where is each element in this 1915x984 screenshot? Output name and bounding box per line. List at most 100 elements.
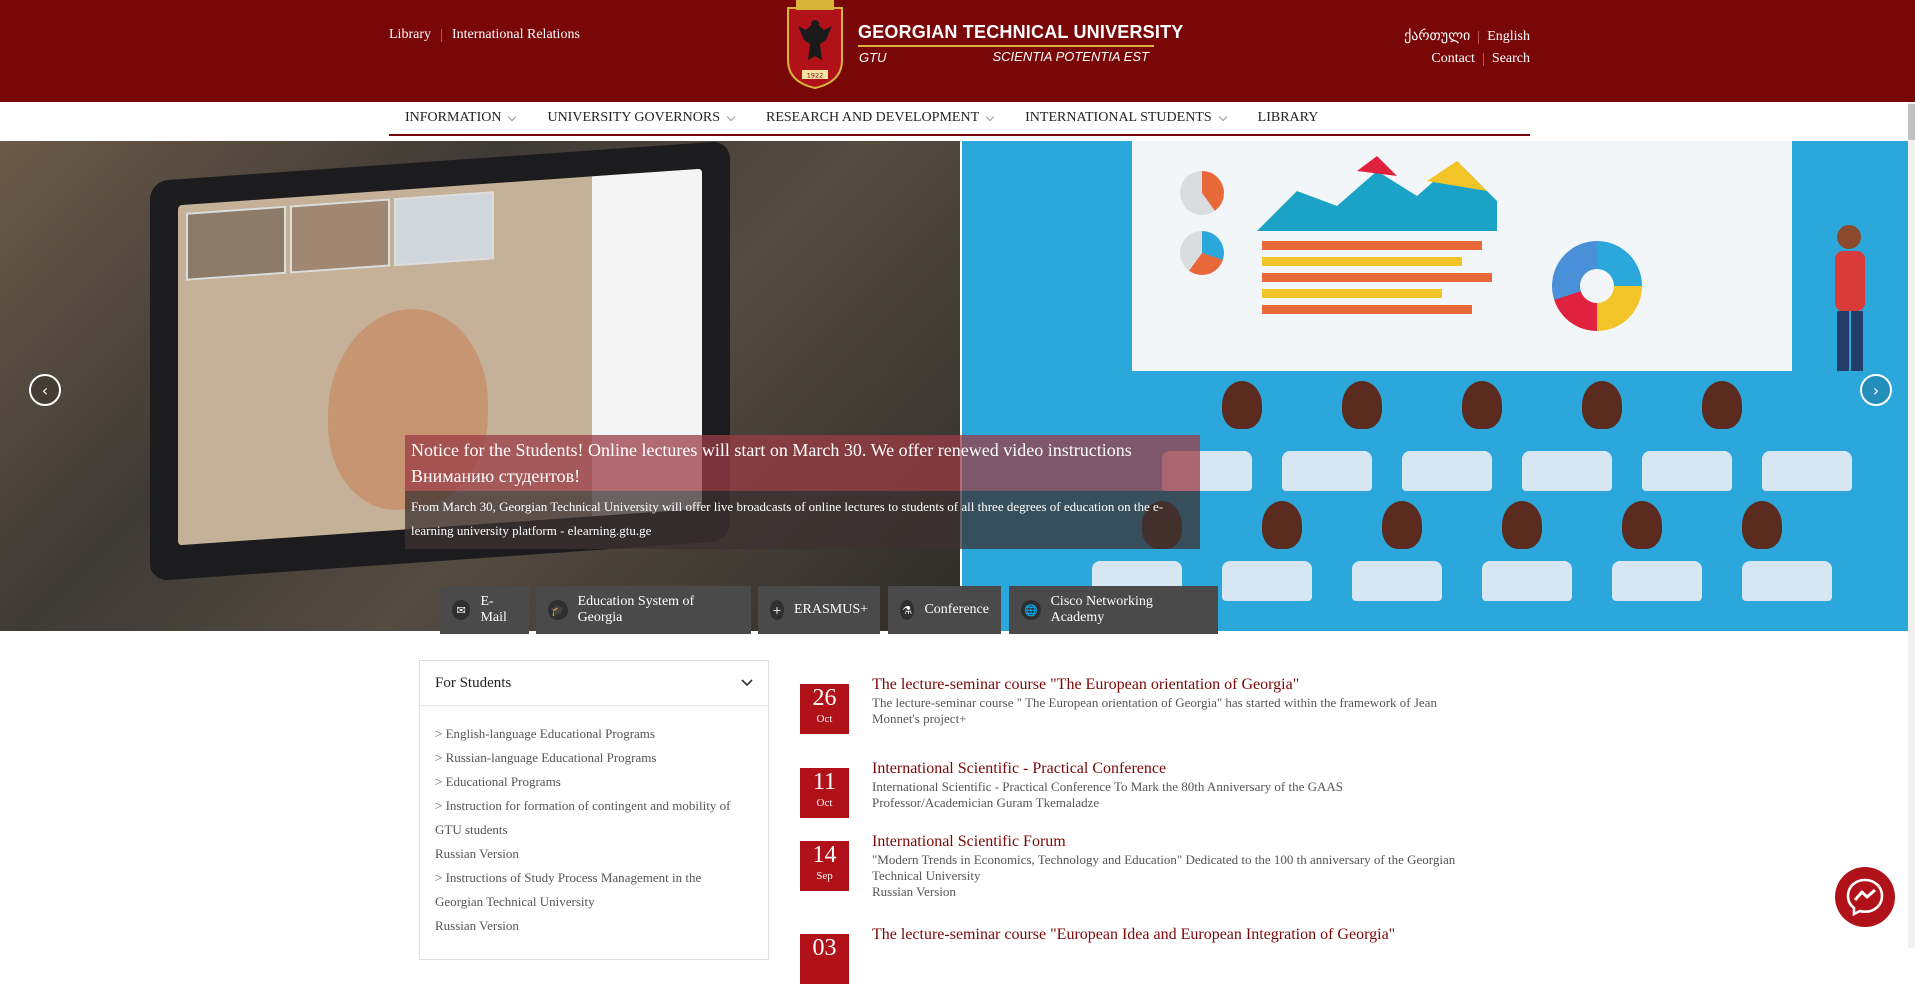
students-link[interactable]: > Instruction for formation of contingen…: [435, 798, 730, 813]
international-relations-link[interactable]: International Relations: [452, 27, 580, 43]
date-month: Sep: [816, 870, 833, 882]
nav-label: INTERNATIONAL STUDENTS: [1025, 110, 1212, 125]
university-abbr: GTU: [859, 50, 887, 65]
chevron-down-icon: [741, 679, 753, 687]
slide-caption[interactable]: Notice for the Students! Online lectures…: [405, 435, 1200, 549]
for-students-header[interactable]: For Students: [420, 661, 768, 706]
seat: [1222, 561, 1312, 601]
nav-item-information[interactable]: INFORMATION: [389, 104, 531, 132]
news-summary-text: "Modern Trends in Economics, Technology …: [872, 852, 1456, 883]
quick-link-email[interactable]: ✉ E-Mail: [440, 586, 529, 634]
students-link[interactable]: > Educational Programs: [435, 774, 561, 789]
pie-icon: [1180, 171, 1224, 215]
nav-label: INFORMATION: [405, 110, 502, 125]
slide-image-video-call: [0, 141, 960, 631]
russian-version-link[interactable]: Russian Version: [872, 884, 956, 899]
page-scrollbar-thumb[interactable]: [1908, 104, 1915, 140]
students-link[interactable]: > Russian-language Educational Programs: [435, 750, 656, 765]
chevron-down-icon: [508, 112, 517, 121]
students-link[interactable]: > Instructions of Study Process Manageme…: [435, 870, 701, 885]
quick-link-label: ERASMUS+: [793, 602, 868, 617]
nav-label: RESEARCH AND DEVELOPMENT: [766, 110, 980, 125]
messenger-chat-button[interactable]: [1835, 867, 1895, 927]
audience-head: [1622, 501, 1662, 549]
seat: [1612, 561, 1702, 601]
quick-link-conference[interactable]: ⚗ Conference: [888, 586, 1001, 634]
seat: [1642, 451, 1732, 491]
nav-item-library[interactable]: LIBRARY: [1242, 104, 1335, 132]
video-tile: [394, 191, 494, 267]
chevron-right-icon: ›: [1872, 380, 1880, 400]
messenger-icon: [1846, 878, 1884, 917]
seat: [1762, 451, 1852, 491]
slider-next-button[interactable]: ›: [1860, 374, 1892, 406]
audience-head: [1262, 501, 1302, 549]
quick-link-education-system[interactable]: 🎓 Education System of Georgia: [536, 586, 751, 634]
for-students-list: > English-language Educational Programs …: [420, 706, 768, 938]
slider-prev-button[interactable]: ‹: [29, 374, 61, 406]
flask-icon: ⚗: [900, 600, 915, 620]
presentation-board: [1132, 141, 1792, 371]
students-link[interactable]: Russian Version: [435, 846, 519, 861]
logo-rule: [858, 45, 1154, 47]
quick-link-cisco[interactable]: 🌐 Cisco Networking Academy: [1009, 586, 1218, 634]
globe-icon: 🌐: [1021, 600, 1041, 620]
nav-item-research-and-development[interactable]: RESEARCH AND DEVELOPMENT: [750, 104, 1009, 132]
students-link[interactable]: GTU students: [435, 822, 508, 837]
date-badge: 26 Oct: [800, 684, 849, 734]
audience-head: [1382, 501, 1422, 549]
pie-icon: [1180, 231, 1224, 275]
seat: [1482, 561, 1572, 601]
nav-item-university-governors[interactable]: UNIVERSITY GOVERNORS: [531, 104, 750, 132]
search-link[interactable]: Search: [1492, 48, 1530, 70]
lang-georgian-link[interactable]: ქართული: [1404, 26, 1470, 48]
university-logo[interactable]: 1922 GEORGIAN TECHNICAL UNIVERSITY GTU S…: [784, 0, 1183, 92]
slide-caption-text: From March 30, Georgian Technical Univer…: [405, 491, 1200, 549]
video-tile: [290, 198, 390, 274]
students-link[interactable]: > English-language Educational Programs: [435, 726, 655, 741]
library-link[interactable]: Library: [389, 27, 431, 43]
graduation-cap-icon: 🎓: [548, 600, 568, 620]
seat: [1742, 561, 1832, 601]
chevron-left-icon: ‹: [41, 380, 49, 400]
news-title-link[interactable]: The lecture-seminar course "The European…: [872, 676, 1299, 694]
page-scrollbar-track[interactable]: [1908, 102, 1915, 948]
slide-image-presentation: [962, 141, 1915, 631]
news-title-link[interactable]: The lecture-seminar course "European Ide…: [872, 926, 1395, 944]
quick-link-label: Education System of Georgia: [577, 594, 695, 625]
chart-bar: [1262, 305, 1472, 314]
audience-head: [1342, 381, 1382, 429]
chart-bar: [1262, 273, 1492, 282]
audience-head: [1462, 381, 1502, 429]
university-motto: SCIENTIA POTENTIA EST: [992, 49, 1149, 64]
lang-english-link[interactable]: English: [1487, 26, 1530, 48]
date-day: 14: [812, 842, 837, 868]
audience-row: [962, 381, 1915, 441]
header-right-links: ქართული English Contact Search: [1404, 26, 1530, 70]
news-title-link[interactable]: International Scientific - Practical Con…: [872, 760, 1166, 778]
date-day: 11: [812, 769, 837, 795]
hero-slider[interactable]: ‹ › Notice for the Students! Online lect…: [0, 141, 1915, 631]
quick-link-label: E-Mail: [480, 594, 507, 625]
seat: [1402, 451, 1492, 491]
slide-title-line2: Вниманию студентов!: [411, 466, 581, 486]
area-chart-icon: [1257, 156, 1497, 231]
for-students-panel: For Students > English-language Educatio…: [419, 660, 769, 960]
news-summary: "Modern Trends in Economics, Technology …: [872, 852, 1462, 900]
date-month: Oct: [816, 713, 833, 725]
divider: [1482, 52, 1484, 66]
for-students-title: For Students: [435, 674, 512, 691]
contact-link[interactable]: Contact: [1431, 48, 1475, 70]
nav-label: UNIVERSITY GOVERNORS: [547, 110, 720, 125]
video-tile: [186, 205, 286, 281]
students-link[interactable]: Russian Version: [435, 918, 519, 933]
news-summary: International Scientific - Practical Con…: [872, 779, 1344, 810]
seat: [1282, 451, 1372, 491]
news-title-link[interactable]: International Scientific Forum: [872, 833, 1066, 851]
seat: [1522, 451, 1612, 491]
students-link[interactable]: Georgian Technical University: [435, 894, 595, 909]
nav-item-international-students[interactable]: INTERNATIONAL STUDENTS: [1009, 104, 1242, 132]
quick-link-erasmus[interactable]: + ERASMUS+: [758, 586, 880, 634]
donut-hole: [1580, 269, 1614, 303]
audience-head: [1502, 501, 1542, 549]
